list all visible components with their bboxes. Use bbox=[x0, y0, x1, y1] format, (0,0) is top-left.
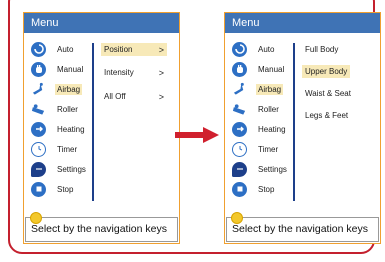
menu-divider bbox=[293, 43, 295, 201]
menu-item-label: Timer bbox=[57, 144, 78, 154]
menu-item-label: Heating bbox=[258, 124, 286, 134]
menu-item-label: Manual bbox=[57, 64, 84, 74]
timer-icon bbox=[31, 141, 46, 157]
hand-icon bbox=[31, 61, 46, 77]
status-text: Select by the navigation keys bbox=[31, 223, 167, 235]
settings-icon bbox=[232, 161, 247, 177]
menu-item-label: Airbag bbox=[256, 83, 284, 95]
chevron-right-icon: > bbox=[158, 44, 164, 55]
smiley-icon bbox=[231, 212, 243, 224]
submenu-item-label: Position bbox=[104, 45, 133, 54]
roller-icon bbox=[232, 102, 247, 117]
chevron-right-icon: > bbox=[158, 91, 164, 102]
submenu-item-label: Upper Body bbox=[305, 67, 348, 76]
menu-title-bar: Menu bbox=[225, 13, 380, 33]
submenu-item-upper-body[interactable]: Upper Body bbox=[302, 65, 351, 78]
stop-icon bbox=[232, 181, 247, 197]
roller-icon bbox=[31, 102, 46, 117]
airbag-icon bbox=[31, 82, 46, 97]
submenu-item-position[interactable]: Position > bbox=[101, 43, 167, 56]
menu-title-bar: Menu bbox=[24, 13, 179, 33]
submenu-item-label: Full Body bbox=[305, 45, 339, 54]
status-bar: Select by the navigation keys bbox=[25, 212, 178, 242]
menu-item-label: Settings bbox=[258, 164, 287, 174]
left-menu-screen: Menu Auto Manual Airbag Roller Heating T bbox=[23, 12, 180, 244]
chevron-right-icon: > bbox=[158, 67, 164, 78]
smiley-icon bbox=[30, 212, 42, 224]
menu-item-label: Stop bbox=[258, 184, 275, 194]
menu-item-label: Stop bbox=[57, 184, 74, 194]
heating-icon bbox=[31, 121, 46, 137]
right-arrow-icon bbox=[175, 127, 219, 143]
submenu-item-intensity[interactable]: Intensity > bbox=[101, 66, 167, 79]
menu-item-label: Roller bbox=[57, 104, 78, 114]
menu-item-label: Heating bbox=[57, 124, 85, 134]
auto-icon bbox=[232, 41, 247, 57]
menu-item-label: Airbag bbox=[55, 83, 83, 95]
menu-item-label: Settings bbox=[57, 164, 86, 174]
menu-item-label: Auto bbox=[258, 44, 275, 54]
menu-divider bbox=[92, 43, 94, 201]
submenu-item-label: All Off bbox=[104, 92, 126, 101]
heating-icon bbox=[232, 121, 247, 137]
airbag-icon bbox=[232, 82, 247, 97]
submenu-item-full-body[interactable]: Full Body bbox=[302, 43, 341, 56]
stop-icon bbox=[31, 181, 46, 197]
submenu-item-label: Waist & Seat bbox=[305, 89, 351, 98]
submenu-item-waist-seat[interactable]: Waist & Seat bbox=[302, 87, 354, 100]
auto-icon bbox=[31, 41, 46, 57]
submenu-item-all-off[interactable]: All Off > bbox=[101, 90, 167, 103]
menu-item-label: Auto bbox=[57, 44, 74, 54]
submenu-item-label: Legs & Feet bbox=[305, 111, 349, 120]
right-menu-screen: Menu Auto Manual Airbag Roller Heating T bbox=[224, 12, 381, 244]
settings-icon bbox=[31, 161, 46, 177]
menu-item-label: Roller bbox=[258, 104, 279, 114]
status-text: Select by the navigation keys bbox=[232, 223, 368, 235]
menu-item-label: Timer bbox=[258, 144, 279, 154]
status-bar: Select by the navigation keys bbox=[226, 212, 379, 242]
submenu-item-label: Intensity bbox=[104, 68, 134, 77]
menu-item-label: Manual bbox=[258, 64, 285, 74]
submenu-item-legs-feet[interactable]: Legs & Feet bbox=[302, 109, 351, 122]
hand-icon bbox=[232, 61, 247, 77]
timer-icon bbox=[232, 141, 247, 157]
